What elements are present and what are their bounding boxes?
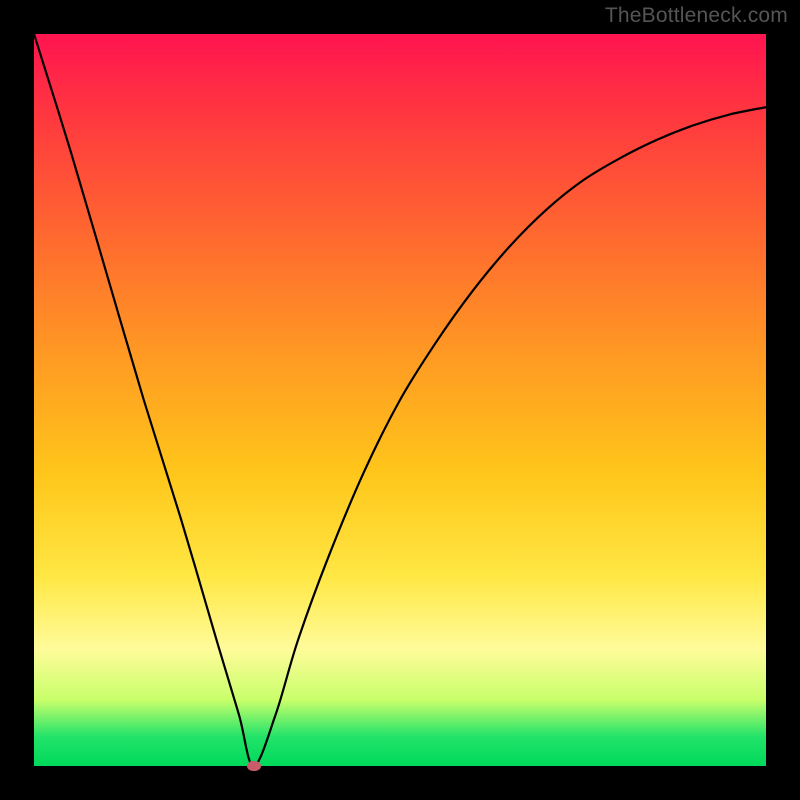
chart-frame: TheBottleneck.com xyxy=(0,0,800,800)
watermark-text: TheBottleneck.com xyxy=(605,4,788,28)
plot-area xyxy=(34,34,766,766)
bottleneck-curve xyxy=(34,34,766,766)
optimal-point-marker xyxy=(247,761,261,771)
